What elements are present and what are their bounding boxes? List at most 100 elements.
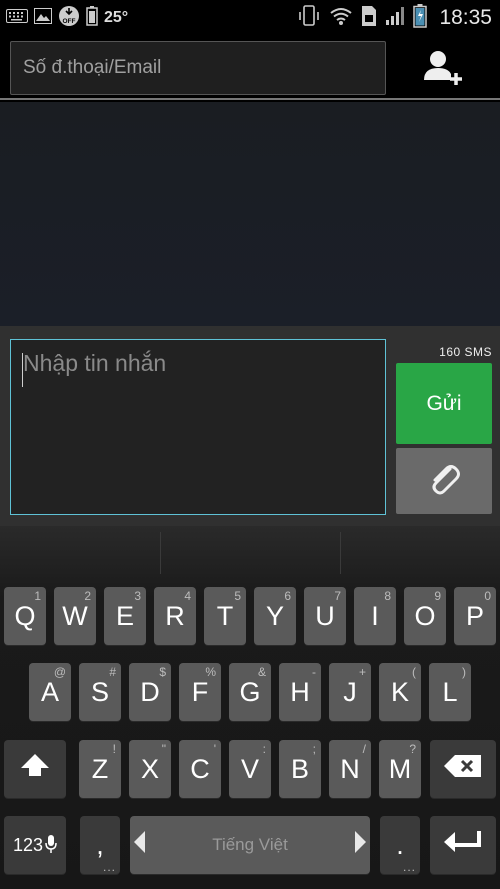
key-label: E — [115, 600, 134, 631]
key-label: F — [191, 676, 209, 707]
key-o[interactable]: 9O — [404, 587, 446, 645]
key-label: R — [165, 600, 185, 631]
key-hint: / — [362, 742, 366, 756]
send-button[interactable]: Gửi — [396, 363, 492, 444]
key-hint: 4 — [184, 589, 191, 603]
key-label: H — [290, 676, 310, 707]
conversation-area — [0, 102, 500, 326]
key-y[interactable]: 6Y — [254, 587, 296, 645]
key-w[interactable]: 2W — [54, 587, 96, 645]
key-hint: 2 — [84, 589, 91, 603]
key-hint: 1 — [34, 589, 41, 603]
clock: 18:35 — [439, 6, 492, 29]
key-hint: @ — [53, 665, 66, 679]
key-label: J — [343, 676, 357, 707]
key-v[interactable]: :V — [229, 740, 271, 798]
key-label: Q — [14, 600, 36, 631]
message-input[interactable] — [11, 340, 385, 514]
key-b[interactable]: ; B — [279, 740, 321, 798]
key-hint: # — [109, 665, 116, 679]
key-hint: + — [358, 665, 366, 679]
chevron-left-icon — [134, 831, 145, 853]
key-k[interactable]: (K — [379, 663, 421, 721]
key-hint: ) — [462, 665, 466, 679]
key-label: D — [140, 676, 160, 707]
enter-icon — [441, 829, 485, 862]
key-label: Y — [265, 600, 284, 631]
key-h[interactable]: -H — [279, 663, 321, 721]
key-r[interactable]: 4R — [154, 587, 196, 645]
key-p[interactable]: 0P — [454, 587, 496, 645]
key-z[interactable]: ! Z — [79, 740, 121, 798]
recipient-input[interactable] — [11, 42, 385, 94]
attach-button[interactable] — [396, 448, 492, 514]
key-n[interactable]: / N — [329, 740, 371, 798]
key-label: L — [442, 676, 458, 707]
key-hint: ; — [312, 742, 316, 756]
soft-keyboard: 1Q2W3E4R5T6Y7U8I9O0P @ A # S $ D% F & G - H + J(K) L … — [0, 526, 500, 889]
backspace-key[interactable] — [430, 740, 496, 798]
key-hint: 9 — [434, 589, 441, 603]
compose-area: 160 SMS Gửi — [0, 326, 500, 526]
symbols-key[interactable]: 123 — [4, 816, 66, 874]
key-label: K — [390, 676, 409, 707]
battery-charging-icon — [413, 3, 428, 33]
mic-icon — [45, 830, 57, 861]
download-off-icon: OFF — [58, 5, 80, 32]
key-m[interactable]: ? M — [379, 740, 421, 798]
key-q[interactable]: 1Q — [4, 587, 46, 645]
key-label: V — [240, 753, 259, 784]
key-a[interactable]: @ A — [29, 663, 71, 721]
space-key-label: Tiếng Việt — [212, 835, 288, 854]
wifi-icon — [329, 6, 353, 31]
status-right-icons: 18:35 — [297, 3, 492, 33]
key-u[interactable]: 7U — [304, 587, 346, 645]
key-s[interactable]: # S — [79, 663, 121, 721]
shift-key[interactable] — [4, 740, 66, 798]
key-hint: 6 — [284, 589, 291, 603]
suggestion-divider — [160, 532, 161, 574]
key-hint: ? — [409, 742, 416, 756]
recipient-header — [0, 36, 500, 100]
comma-key[interactable]: , ... — [80, 816, 120, 874]
key-c[interactable]: ' C — [179, 740, 221, 798]
key-i[interactable]: 8I — [354, 587, 396, 645]
key-hint: % — [205, 665, 216, 679]
key-d[interactable]: $ D — [129, 663, 171, 721]
sms-counter: 160 SMS — [439, 345, 492, 359]
status-left-icons: OFF 25° — [6, 5, 128, 32]
key-hint: & — [257, 665, 266, 679]
key-t[interactable]: 5T — [204, 587, 246, 645]
key-hint: 5 — [234, 589, 241, 603]
key-label: W — [62, 600, 88, 631]
battery-small-icon — [86, 5, 98, 31]
status-bar: OFF 25° 18:35 — [0, 0, 500, 36]
key-label: I — [371, 600, 379, 631]
key-e[interactable]: 3E — [104, 587, 146, 645]
key-label: T — [216, 600, 234, 631]
text-cursor — [22, 353, 23, 387]
key-label: P — [465, 600, 484, 631]
add-contact-button[interactable] — [418, 46, 466, 90]
add-contact-icon — [418, 51, 466, 94]
suggestion-strip — [0, 526, 500, 578]
phone-vibrate-icon — [297, 4, 321, 32]
key-x[interactable]: " X — [129, 740, 171, 798]
key-l[interactable]: ) L — [429, 663, 471, 721]
period-key[interactable]: . ... — [380, 816, 420, 874]
key-label: C — [190, 753, 210, 784]
backspace-icon — [443, 754, 483, 785]
space-key[interactable]: Tiếng Việt — [130, 816, 370, 874]
key-f[interactable]: % F — [179, 663, 221, 721]
shift-icon — [18, 751, 52, 788]
paperclip-icon — [424, 459, 464, 504]
key-g[interactable]: & G — [229, 663, 271, 721]
symbols-key-label: 123 — [12, 834, 44, 855]
suggestion-divider — [340, 532, 341, 574]
period-key-label: . — [396, 829, 404, 860]
key-hint: ! — [112, 742, 116, 756]
enter-key[interactable] — [430, 816, 496, 874]
key-label: G — [239, 676, 261, 707]
key-hint: - — [312, 665, 316, 679]
key-j[interactable]: + J — [329, 663, 371, 721]
